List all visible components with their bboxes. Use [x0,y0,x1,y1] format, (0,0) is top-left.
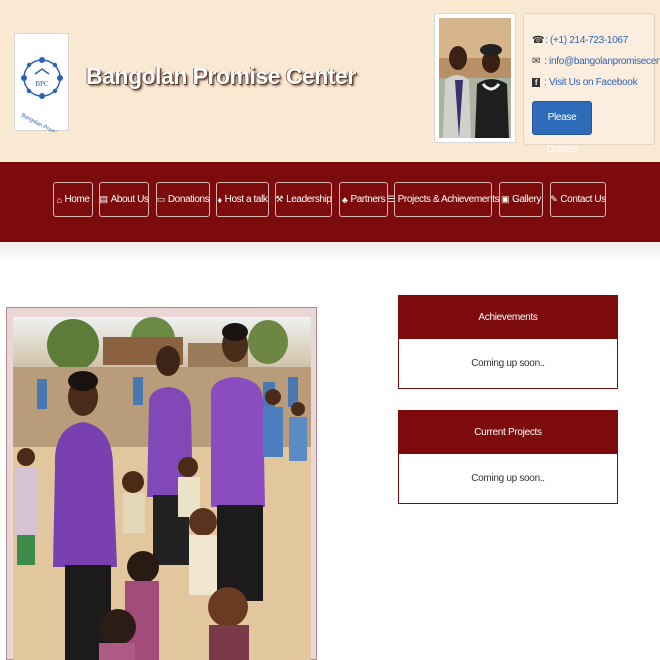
nav-contact-us[interactable]: ✎ Contact Us [550,182,606,217]
microphone-icon: ♦ [217,194,222,205]
achievements-panel-title: Achievements [399,296,617,338]
achievements-panel: Achievements Coming up soon.. [398,295,618,389]
nav-label: Home [64,194,90,205]
logo-ring-text: Bangolan Promise Center [20,112,70,132]
nav-partners[interactable]: ♣ Partners [339,182,388,217]
founders-photo [434,13,516,143]
current-projects-panel: Current Projects Coming up soon.. [398,410,618,504]
book-icon: ▤ [99,194,108,204]
site-title[interactable]: Bangolan Promise Center [86,63,356,90]
phone-icon: ☎ [532,35,545,46]
users-icon: ♣ [341,194,348,205]
nav-gallery[interactable]: ▣ Gallery [499,182,543,217]
phone-line: ☎ : (+1) 214-723-1067 [532,30,654,51]
edit-icon: ✎ [550,194,558,204]
email-link[interactable]: : info@bangolanpromisecenter.net [544,56,660,67]
facebook-line: f : Visit Us on Facebook [532,72,654,93]
facebook-icon: f [532,78,540,87]
envelope-icon: ✉ [532,56,541,67]
nav-shadow [0,242,660,264]
facebook-link[interactable]: : Visit Us on Facebook [544,77,638,88]
photo-icon: ▣ [501,194,510,204]
nav-donations[interactable]: ▭ Donations [156,182,210,217]
nav-label: Leadership [286,194,332,205]
nav-host-a-talk[interactable]: ♦ Host a talk [216,182,269,217]
tasks-icon: ☰ [386,194,395,204]
wrench-icon: ⚒ [275,194,284,204]
featured-photo-frame [6,307,317,660]
nav-label: Donations [167,194,210,205]
contact-box: ☎ : (+1) 214-723-1067 ✉ : info@bangolanp… [523,13,660,155]
nav-leadership[interactable]: ⚒ Leadership [275,182,332,217]
donate-button[interactable]: Please Donate [532,101,592,155]
nav-label: Contact Us [560,194,606,205]
nav-home[interactable]: ⌂ Home [53,182,93,217]
nav-label: About Us [110,194,149,205]
home-icon: ⌂ [56,194,62,205]
phone-text[interactable]: : (+1) 214-723-1067 [545,35,628,46]
svg-text:BPC: BPC [35,80,49,88]
nav-label: Partners [350,194,386,205]
current-projects-panel-body: Coming up soon.. [399,453,617,503]
nav-label: Host a talk [224,194,268,205]
nav-label: Gallery [512,194,541,205]
main-nav: ⌂ Home ▤ About Us ▭ Donations ♦ Host a talk … [0,162,660,242]
current-projects-panel-title: Current Projects [399,411,617,453]
featured-photo [13,317,311,660]
nav-about-us[interactable]: ▤ About Us [99,182,149,217]
nav-label: Projects & Achievements [397,194,500,205]
nav-projects-achievements[interactable]: ☰ Projects & Achievements [387,182,499,217]
achievements-panel-body: Coming up soon.. [399,338,617,388]
site-logo[interactable]: BPC Bangolan Promise Center [14,33,79,147]
inbox-icon: ▭ [156,194,166,204]
email-line: ✉ : info@bangolanpromisecenter.net [532,51,660,72]
site-header: BPC Bangolan Promise Center Bangolan Pro… [0,0,660,162]
